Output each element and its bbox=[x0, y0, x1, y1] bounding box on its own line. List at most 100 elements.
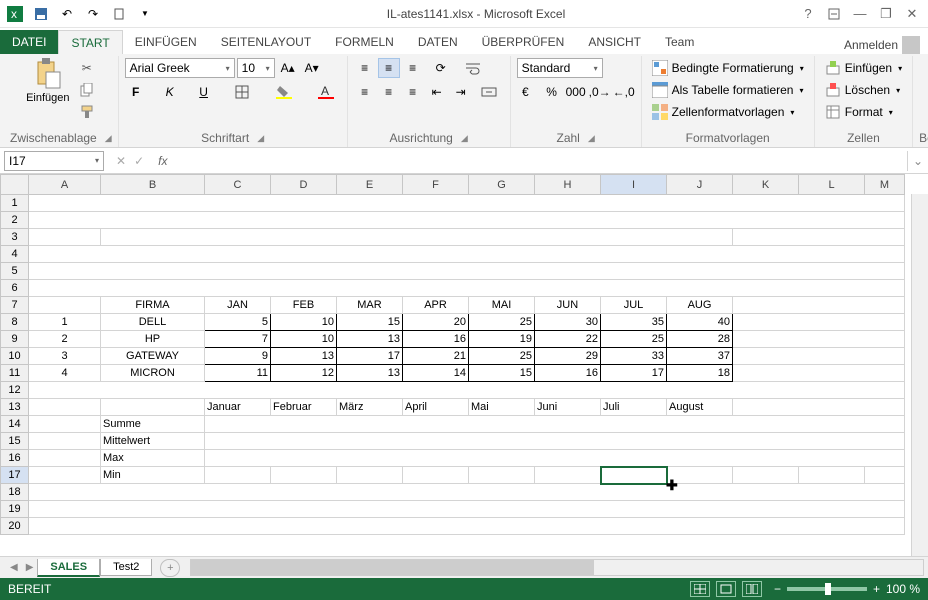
row-header[interactable]: 19 bbox=[1, 501, 29, 518]
autosum-icon[interactable]: ∑ bbox=[924, 58, 928, 78]
view-normal-icon[interactable] bbox=[690, 581, 710, 597]
redo-icon[interactable]: ↷ bbox=[82, 3, 104, 25]
cell[interactable]: 12 bbox=[271, 365, 337, 382]
cell[interactable]: Mittelwert bbox=[101, 433, 205, 450]
fill-icon[interactable] bbox=[924, 80, 928, 100]
accept-formula-icon[interactable]: ✓ bbox=[134, 154, 144, 168]
align-launcher-icon[interactable]: ◢ bbox=[461, 133, 468, 144]
row-header[interactable]: 20 bbox=[1, 518, 29, 535]
align-left-icon[interactable]: ≡ bbox=[354, 82, 376, 102]
view-pagelayout-icon[interactable] bbox=[716, 581, 736, 597]
title-cell[interactable]: COMPUTER SALES bbox=[101, 229, 733, 246]
cell[interactable]: 16 bbox=[535, 365, 601, 382]
cell[interactable]: 19 bbox=[469, 331, 535, 348]
font-name-combo[interactable]: Arial Greek▾ bbox=[125, 58, 235, 78]
ribbon-options-icon[interactable] bbox=[822, 3, 846, 25]
formula-input[interactable] bbox=[173, 151, 908, 171]
dec-decimal-icon[interactable]: ←,0 bbox=[613, 82, 635, 102]
row-header[interactable]: 11 bbox=[1, 365, 29, 382]
cell[interactable]: 3 bbox=[29, 348, 101, 365]
tab-review[interactable]: ÜBERPRÜFEN bbox=[470, 30, 577, 54]
tab-file[interactable]: DATEI bbox=[0, 30, 58, 54]
thousands-icon[interactable]: 000 bbox=[565, 82, 587, 102]
number-format-combo[interactable]: Standard▾ bbox=[517, 58, 603, 78]
indent-inc-icon[interactable]: ⇥ bbox=[450, 82, 472, 102]
sheet-tab-sales[interactable]: SALES bbox=[37, 559, 100, 577]
close-icon[interactable]: ✕ bbox=[900, 3, 924, 25]
col-header[interactable]: A bbox=[29, 175, 101, 195]
wrap-text-icon[interactable] bbox=[458, 58, 488, 78]
vertical-scrollbar[interactable] bbox=[911, 194, 928, 556]
col-header[interactable]: G bbox=[469, 175, 535, 195]
row-header[interactable]: 8 bbox=[1, 314, 29, 331]
number-launcher-icon[interactable]: ◢ bbox=[588, 133, 595, 144]
col-header[interactable]: L bbox=[799, 175, 865, 195]
col-header[interactable]: D bbox=[271, 175, 337, 195]
row-header[interactable]: 14 bbox=[1, 416, 29, 433]
fx-icon[interactable]: fx bbox=[152, 154, 173, 168]
cell-styles-button[interactable]: Zellenformatvorlagen▾ bbox=[648, 102, 808, 122]
cell[interactable]: 30 bbox=[535, 314, 601, 331]
cell[interactable]: 7 bbox=[205, 331, 271, 348]
restore-icon[interactable]: ❐ bbox=[874, 3, 898, 25]
cell[interactable]: 18 bbox=[667, 365, 733, 382]
font-color-icon[interactable]: A bbox=[311, 82, 341, 102]
touch-mode-icon[interactable] bbox=[108, 3, 130, 25]
cell[interactable]: 40 bbox=[667, 314, 733, 331]
cell[interactable]: 15 bbox=[469, 365, 535, 382]
sheet-tab-test2[interactable]: Test2 bbox=[100, 559, 152, 576]
help-icon[interactable]: ? bbox=[796, 3, 820, 25]
orientation-icon[interactable]: ⟳ bbox=[426, 58, 456, 78]
cell[interactable]: 10 bbox=[271, 331, 337, 348]
cell[interactable]: DELL bbox=[101, 314, 205, 331]
cell[interactable]: AUG bbox=[667, 297, 733, 314]
cell[interactable]: 15 bbox=[337, 314, 403, 331]
inc-decimal-icon[interactable]: ,0→ bbox=[589, 82, 611, 102]
grow-font-icon[interactable]: A▴ bbox=[277, 58, 299, 78]
row-header[interactable]: 16 bbox=[1, 450, 29, 467]
cell[interactable]: 22 bbox=[535, 331, 601, 348]
row-header[interactable]: 9 bbox=[1, 331, 29, 348]
spreadsheet-grid[interactable]: A B C D E F G H I J K L M 1 2 3COMPUTER … bbox=[0, 174, 905, 535]
shrink-font-icon[interactable]: A▾ bbox=[301, 58, 323, 78]
cell[interactable]: Mai bbox=[469, 399, 535, 416]
name-box[interactable]: I17▾ bbox=[4, 151, 104, 171]
font-launcher-icon[interactable]: ◢ bbox=[257, 133, 264, 144]
cell[interactable]: GATEWAY bbox=[101, 348, 205, 365]
tab-start[interactable]: START bbox=[58, 30, 122, 54]
align-top-icon[interactable]: ≡ bbox=[354, 58, 376, 78]
cell[interactable]: 35 bbox=[601, 314, 667, 331]
col-header[interactable]: K bbox=[733, 175, 799, 195]
percent-icon[interactable]: % bbox=[541, 82, 563, 102]
cell[interactable]: Juni bbox=[535, 399, 601, 416]
undo-icon[interactable]: ↶ bbox=[56, 3, 78, 25]
fill-color-icon[interactable] bbox=[269, 82, 299, 102]
cell[interactable]: März bbox=[337, 399, 403, 416]
cell[interactable]: 20 bbox=[403, 314, 469, 331]
format-cells-button[interactable]: Format▾ bbox=[821, 102, 906, 122]
zoom-control[interactable]: − + 100 % bbox=[774, 582, 920, 596]
cell[interactable]: 25 bbox=[601, 331, 667, 348]
cell[interactable]: 9 bbox=[205, 348, 271, 365]
cell[interactable]: JAN bbox=[205, 297, 271, 314]
cell[interactable]: 17 bbox=[601, 365, 667, 382]
cell[interactable]: FEB bbox=[271, 297, 337, 314]
row-header[interactable]: 17 bbox=[1, 467, 29, 484]
cell[interactable]: 14 bbox=[403, 365, 469, 382]
excel-icon[interactable]: x bbox=[4, 3, 26, 25]
row-header[interactable]: 1 bbox=[1, 195, 29, 212]
paste-button[interactable]: Einfügen bbox=[24, 58, 72, 104]
tab-formulas[interactable]: FORMELN bbox=[323, 30, 406, 54]
cell[interactable]: 28 bbox=[667, 331, 733, 348]
cell[interactable]: JUN bbox=[535, 297, 601, 314]
cell[interactable]: Min bbox=[101, 467, 205, 484]
bold-button[interactable]: F bbox=[125, 82, 147, 102]
format-as-table-button[interactable]: Als Tabelle formatieren▾ bbox=[648, 80, 808, 100]
row-header[interactable]: 18 bbox=[1, 484, 29, 501]
expand-formula-bar-icon[interactable]: ⌄ bbox=[908, 154, 928, 168]
zoom-level[interactable]: 100 % bbox=[886, 582, 920, 596]
clear-icon[interactable] bbox=[924, 102, 928, 122]
indent-dec-icon[interactable]: ⇤ bbox=[426, 82, 448, 102]
row-header[interactable]: 7 bbox=[1, 297, 29, 314]
cell[interactable]: APR bbox=[403, 297, 469, 314]
